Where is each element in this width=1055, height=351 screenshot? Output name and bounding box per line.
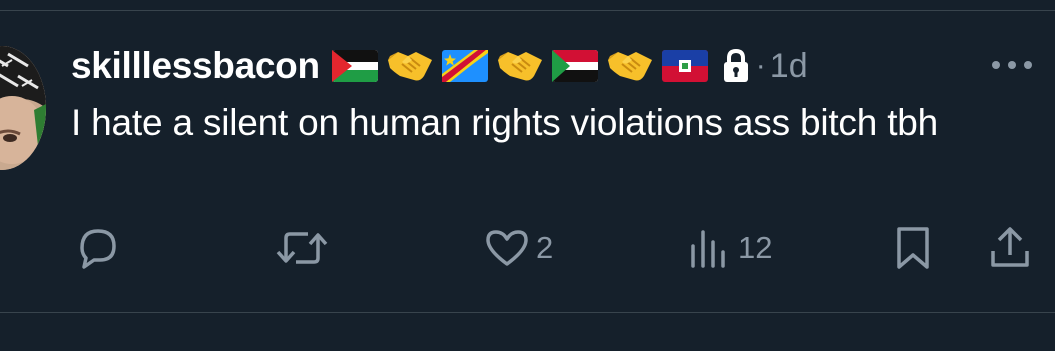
views-button[interactable]: 12 bbox=[688, 226, 772, 270]
like-count: 2 bbox=[536, 230, 554, 265]
top-divider bbox=[0, 10, 1055, 11]
handshake-icon bbox=[497, 52, 542, 81]
tweet-card[interactable]: skilllessbacon · 1d I hate a silent on h… bbox=[0, 0, 1055, 351]
heart-icon bbox=[486, 230, 528, 266]
share-button[interactable] bbox=[988, 226, 1032, 270]
name-emoji-badges bbox=[331, 46, 708, 86]
timestamp[interactable]: 1d bbox=[770, 47, 808, 86]
handshake-icon bbox=[387, 52, 432, 81]
bookmark-icon bbox=[897, 227, 929, 269]
username[interactable]: skilllessbacon bbox=[71, 45, 320, 87]
flag-sudan-icon bbox=[551, 50, 598, 82]
lock-icon bbox=[723, 48, 748, 82]
flag-haiti-icon bbox=[661, 50, 708, 82]
reply-icon bbox=[80, 229, 116, 269]
handshake-icon bbox=[607, 52, 652, 81]
bookmark-button[interactable] bbox=[893, 226, 933, 270]
avatar-image bbox=[0, 46, 46, 170]
bottom-divider bbox=[0, 312, 1055, 313]
tweet-header: skilllessbacon · 1d bbox=[71, 40, 808, 92]
views-count: 12 bbox=[738, 230, 773, 265]
reply-button[interactable] bbox=[74, 226, 126, 270]
views-icon bbox=[691, 230, 725, 268]
like-button[interactable]: 2 bbox=[484, 226, 553, 270]
share-icon bbox=[991, 227, 1029, 267]
retweet-button[interactable] bbox=[274, 226, 336, 270]
flag-dr-congo-icon bbox=[441, 50, 488, 82]
time-separator: · bbox=[755, 49, 766, 82]
flag-palestine-icon bbox=[331, 50, 378, 82]
avatar[interactable] bbox=[0, 46, 46, 170]
retweet-icon bbox=[276, 232, 328, 264]
tweet-text: I hate a silent on human rights violatio… bbox=[71, 102, 939, 143]
more-options-icon[interactable] bbox=[990, 58, 1034, 72]
